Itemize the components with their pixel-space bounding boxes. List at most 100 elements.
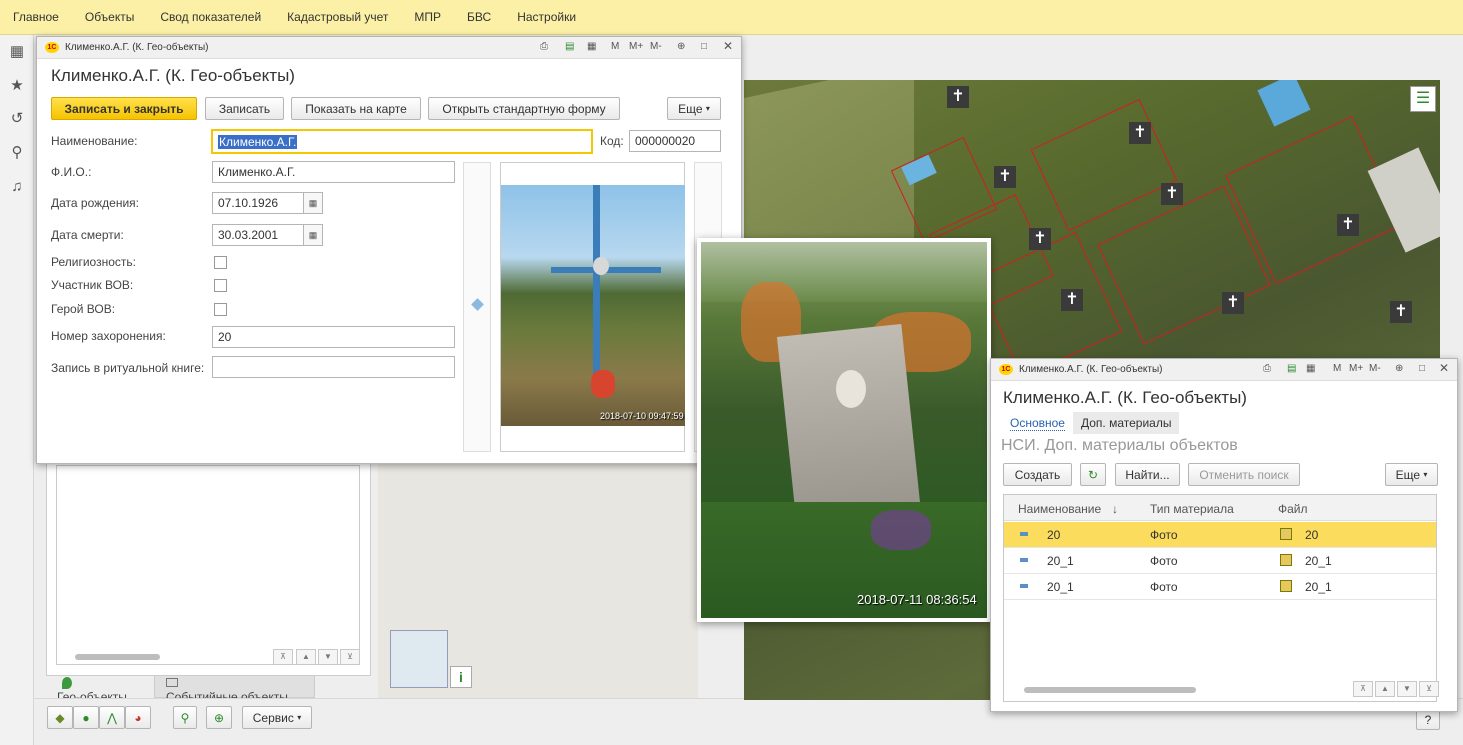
menu-item-bvs[interactable]: БВС <box>467 10 491 24</box>
fio-input[interactable]: Клименко.А.Г. <box>212 161 455 183</box>
grave-marker-icon[interactable]: ✝ <box>1222 292 1244 314</box>
top-menu: Главное Объекты Свод показателей Кадастр… <box>0 0 1463 35</box>
events-icon <box>166 678 178 687</box>
ritual-book-input[interactable] <box>212 356 455 378</box>
line-button[interactable]: ⋀ <box>99 706 125 729</box>
tab-events[interactable]: Событийные объекты <box>166 690 306 698</box>
minimap[interactable] <box>390 630 448 688</box>
table-last-button[interactable]: ⊻ <box>1419 681 1439 697</box>
materials-more-button[interactable]: Еще ▾ <box>1385 463 1438 486</box>
burial-number-input[interactable]: 20 <box>212 326 455 348</box>
table-row[interactable]: 20_1 Фото 20_1 <box>1004 548 1436 574</box>
zoom-icon[interactable]: ⊕ <box>1395 363 1403 374</box>
grave-marker-icon[interactable]: ✝ <box>1061 289 1083 311</box>
target-button[interactable]: ⊕ <box>206 706 232 729</box>
birth-calendar-icon[interactable]: ▦ <box>303 192 323 214</box>
polygon-button[interactable]: ◕ <box>125 706 151 729</box>
menu-item-mpr[interactable]: МПР <box>414 10 441 24</box>
religion-checkbox[interactable] <box>214 256 227 269</box>
table-row[interactable]: 20_1 Фото 20_1 <box>1004 574 1436 600</box>
search-icon[interactable]: ⚲ <box>8 144 26 162</box>
zoom-button[interactable]: ⚲ <box>173 706 197 729</box>
grave-marker-icon[interactable]: ✝ <box>947 86 969 108</box>
death-date-label: Дата смерти: <box>51 228 124 242</box>
table-icon[interactable]: ▤ <box>565 41 574 52</box>
close-icon[interactable]: ✕ <box>723 39 733 53</box>
info-icon[interactable]: i <box>450 666 472 688</box>
table-first-button[interactable]: ⊼ <box>1353 681 1373 697</box>
menu-item-main[interactable]: Главное <box>13 10 59 24</box>
name-input[interactable]: Клименко.А.Г. <box>211 129 593 154</box>
memory-m-icon[interactable]: M <box>611 41 619 52</box>
show-on-map-button[interactable]: Показать на карте <box>291 97 421 120</box>
code-input[interactable]: 000000020 <box>629 130 721 152</box>
table-scrollbar[interactable] <box>1024 687 1196 693</box>
col-name[interactable]: Наименование <box>1018 502 1101 516</box>
find-button[interactable]: Найти... <box>1115 463 1180 486</box>
maximize-icon[interactable]: □ <box>701 41 707 52</box>
help-button[interactable]: ? <box>1416 710 1440 730</box>
grave-marker-icon[interactable]: ✝ <box>1129 122 1151 144</box>
grave-marker-icon[interactable]: ✝ <box>994 166 1016 188</box>
grave-cross-photo[interactable]: 2018-07-10 09:47:59 <box>501 185 685 426</box>
memory-plus-icon[interactable]: M+ <box>629 41 643 52</box>
close-icon[interactable]: ✕ <box>1439 361 1449 375</box>
menu-item-indicators[interactable]: Свод показателей <box>160 10 261 24</box>
maximize-icon[interactable]: □ <box>1419 363 1425 374</box>
service-button[interactable]: Сервис ▾ <box>242 706 312 729</box>
tree-scrollbar[interactable] <box>75 654 160 660</box>
table-up-button[interactable]: ▲ <box>1375 681 1395 697</box>
calendar-icon[interactable]: ▦ <box>587 41 596 52</box>
table-row[interactable]: 20 Фото 20 <box>1004 522 1436 548</box>
birth-date-input[interactable]: 07.10.1926 <box>212 192 305 214</box>
tab-main[interactable]: Основное <box>1010 416 1065 431</box>
menu-item-settings[interactable]: Настройки <box>517 10 576 24</box>
calendar-icon[interactable]: ▦ <box>1306 363 1315 374</box>
grave-marker-icon[interactable]: ✝ <box>1337 214 1359 236</box>
sort-arrow-icon[interactable]: ↓ <box>1112 502 1118 516</box>
object-form-window: 1C Клименко.А.Г. (К. Гео-объекты) ⎙ ▤ ▦ … <box>36 36 742 464</box>
col-type[interactable]: Тип материала <box>1150 502 1234 516</box>
layers-button[interactable]: ◆ <box>47 706 73 729</box>
favorites-star-icon[interactable]: ★ <box>8 77 26 95</box>
memory-minus-icon[interactable]: M- <box>1369 363 1381 374</box>
tab-geo-objects[interactable]: Гео-объекты <box>57 690 147 698</box>
layer-list-icon[interactable]: ☰ <box>1410 86 1436 112</box>
apps-grid-icon[interactable]: ▦ <box>8 43 26 61</box>
materials-table: Наименование ↓ Тип материала Файл 20 Фот… <box>1003 494 1437 702</box>
wwii-hero-checkbox[interactable] <box>214 303 227 316</box>
memory-minus-icon[interactable]: M- <box>650 41 662 52</box>
cancel-search-button[interactable]: Отменить поиск <box>1188 463 1300 486</box>
history-icon[interactable]: ↺ <box>8 110 26 128</box>
create-button[interactable]: Создать <box>1003 463 1072 486</box>
tab-extra-materials[interactable]: Доп. материалы <box>1073 412 1180 434</box>
save-close-button[interactable]: Записать и закрыть <box>51 97 197 120</box>
death-date-input[interactable]: 30.03.2001 <box>212 224 305 246</box>
memory-m-icon[interactable]: M <box>1333 363 1341 374</box>
print-icon[interactable]: ⎙ <box>1263 363 1271 374</box>
table-down-button[interactable]: ▼ <box>1397 681 1417 697</box>
refresh-button[interactable]: ↻ <box>1080 463 1106 486</box>
wwii-participant-checkbox[interactable] <box>214 279 227 292</box>
table-icon[interactable]: ▤ <box>1287 363 1296 374</box>
zoom-icon[interactable]: ⊕ <box>677 41 685 52</box>
grave-monument-photo[interactable]: 2018-07-11 08:36:54 <box>697 238 991 622</box>
more-button[interactable]: Еще ▾ <box>667 97 721 120</box>
nav-first-button[interactable]: ⊼ <box>273 649 293 665</box>
col-file[interactable]: Файл <box>1278 502 1308 516</box>
grave-marker-icon[interactable]: ✝ <box>1029 228 1051 250</box>
death-calendar-icon[interactable]: ▦ <box>303 224 323 246</box>
bell-icon[interactable]: ♫ <box>8 178 26 196</box>
point-button[interactable]: ● <box>73 706 99 729</box>
grave-marker-icon[interactable]: ✝ <box>1161 183 1183 205</box>
menu-item-cadastral[interactable]: Кадастровый учет <box>287 10 388 24</box>
memory-plus-icon[interactable]: M+ <box>1349 363 1363 374</box>
open-standard-form-button[interactable]: Открыть стандартную форму <box>428 97 620 120</box>
nav-last-button[interactable]: ⊻ <box>340 649 360 665</box>
grave-marker-icon[interactable]: ✝ <box>1390 301 1412 323</box>
save-button[interactable]: Записать <box>205 97 284 120</box>
menu-item-objects[interactable]: Объекты <box>85 10 135 24</box>
nav-up-button[interactable]: ▲ <box>296 649 316 665</box>
nav-down-button[interactable]: ▼ <box>318 649 338 665</box>
print-icon[interactable]: ⎙ <box>540 41 548 52</box>
